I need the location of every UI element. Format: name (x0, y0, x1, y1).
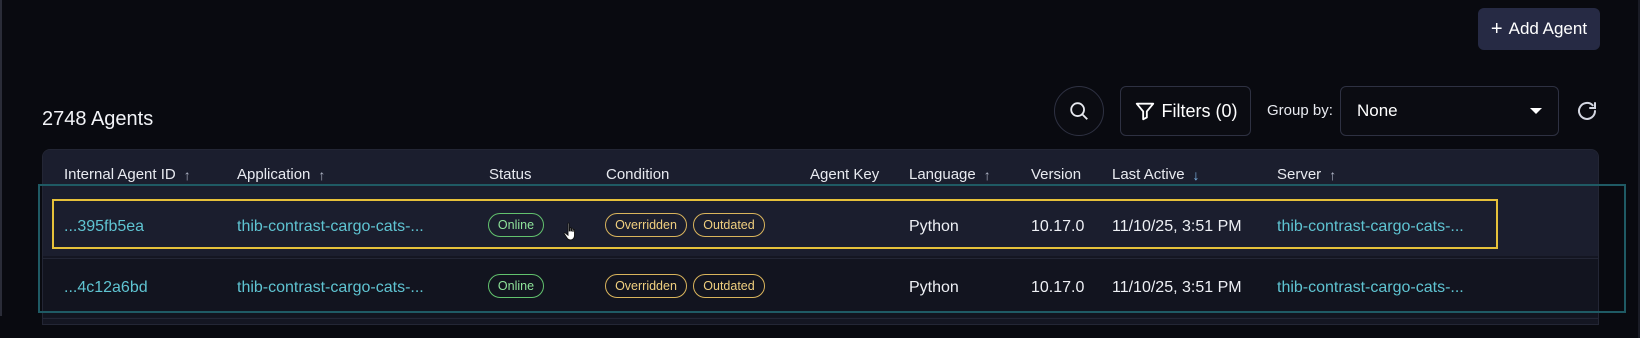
condition-badge: Overridden (605, 274, 687, 298)
left-edge-divider (0, 0, 2, 316)
version-cell: 10.17.0 (1031, 279, 1085, 296)
column-header-status[interactable]: Status (489, 166, 532, 183)
column-label: Application (237, 166, 311, 183)
agent-count-title: 2748 Agents (42, 108, 154, 130)
group-by-label: Group by: (1267, 102, 1333, 119)
refresh-button[interactable] (1574, 98, 1600, 124)
server-link[interactable]: thib-contrast-cargo-cats-... (1277, 279, 1464, 297)
condition-badge: Outdated (693, 213, 765, 237)
sort-arrow-icon: ↑ (183, 166, 191, 183)
language-cell: Python (909, 218, 959, 235)
add-agent-button[interactable]: + Add Agent (1478, 8, 1600, 50)
column-header-version[interactable]: Version (1031, 166, 1081, 183)
column-header-agent-key[interactable]: Agent Key (810, 166, 879, 183)
agent-id-link[interactable]: ...395fb5ea (64, 218, 144, 236)
column-label: Condition (606, 166, 670, 183)
column-header-server[interactable]: Server ↑ (1277, 166, 1336, 183)
column-label: Status (489, 166, 532, 183)
language-cell: Python (909, 279, 959, 296)
column-header-language[interactable]: Language ↑ (909, 166, 991, 183)
filter-icon (1135, 102, 1154, 121)
search-icon (1070, 102, 1088, 120)
version-cell: 10.17.0 (1031, 218, 1085, 235)
column-label: Server (1277, 166, 1322, 183)
table-header: Internal Agent ID ↑ Application ↑ Status… (43, 150, 1598, 198)
sort-arrow-icon: ↑ (1329, 166, 1337, 183)
table-row[interactable]: ...4c12a6bd thib-contrast-cargo-cats-...… (43, 258, 1598, 319)
application-link[interactable]: thib-contrast-cargo-cats-... (237, 218, 424, 236)
column-label: Last Active (1112, 166, 1185, 183)
agents-table: Internal Agent ID ↑ Application ↑ Status… (42, 149, 1599, 325)
group-by-select[interactable]: None (1340, 86, 1559, 136)
last-active-cell: 11/10/25, 3:51 PM (1112, 218, 1242, 235)
refresh-icon (1578, 101, 1596, 120)
table-row[interactable]: ...395fb5ea thib-contrast-cargo-cats-...… (43, 198, 1598, 256)
sort-arrow-icon: ↓ (1192, 166, 1200, 183)
sort-arrow-icon: ↑ (318, 166, 326, 183)
condition-badge: Overridden (605, 213, 687, 237)
add-agent-label: Add Agent (1508, 19, 1588, 38)
column-label: Version (1031, 166, 1082, 183)
column-header-internal-agent-id[interactable]: Internal Agent ID ↑ (64, 166, 191, 183)
status-badge: Online (488, 213, 544, 237)
plus-icon: + (1490, 18, 1503, 40)
column-label: Agent Key (810, 166, 880, 183)
column-header-application[interactable]: Application ↑ (237, 166, 325, 183)
agent-id-link[interactable]: ...4c12a6bd (64, 279, 148, 297)
column-label: Language (909, 166, 976, 183)
application-link[interactable]: thib-contrast-cargo-cats-... (237, 279, 424, 297)
sort-arrow-icon: ↑ (983, 166, 991, 183)
filters-button[interactable]: Filters (0) (1120, 86, 1251, 136)
condition-badge: Outdated (693, 274, 765, 298)
hand-cursor-icon (563, 222, 575, 241)
last-active-cell: 11/10/25, 3:51 PM (1112, 279, 1242, 296)
column-label: Internal Agent ID (64, 166, 176, 183)
filters-label: Filters (0) (1161, 100, 1238, 121)
caret-down-icon (1530, 108, 1542, 114)
column-header-last-active[interactable]: Last Active ↓ (1112, 166, 1200, 183)
group-by-value: None (1357, 101, 1398, 120)
status-badge: Online (488, 274, 544, 298)
search-button[interactable] (1054, 86, 1104, 136)
server-link[interactable]: thib-contrast-cargo-cats-... (1277, 218, 1464, 236)
column-header-condition[interactable]: Condition (606, 166, 669, 183)
